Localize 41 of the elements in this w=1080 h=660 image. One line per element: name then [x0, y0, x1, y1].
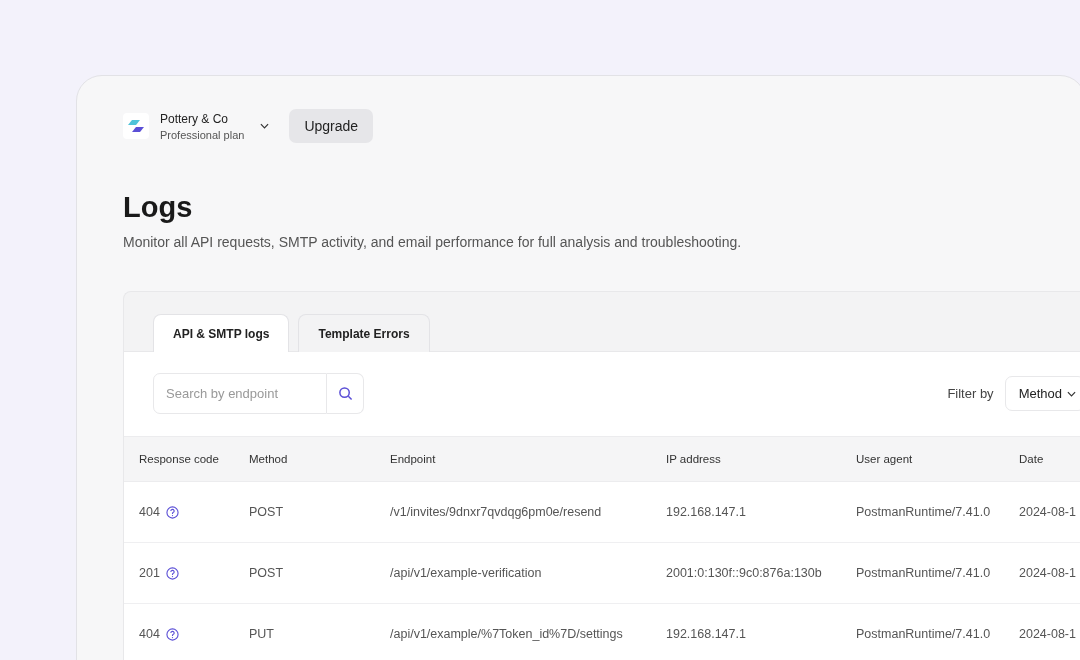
search-icon: [337, 386, 353, 401]
upgrade-button[interactable]: Upgrade: [289, 109, 374, 143]
help-icon[interactable]: [165, 505, 179, 519]
table-cell-text: 2024-08-1: [1019, 566, 1077, 580]
table-cell-text: /v1/invites/9dnxr7qvdqg6pm0e/resend: [390, 505, 603, 519]
column-header: Endpoint: [390, 453, 437, 465]
response-code: 404: [139, 627, 160, 641]
table-cell-text: PUT: [249, 627, 275, 641]
column-header: Date: [1019, 453, 1045, 465]
table-cell-text: /api/v1/example-verification: [390, 566, 543, 580]
table-cell-text: PostmanRuntime/7.41.0: [856, 627, 992, 641]
table-cell-text: 192.168.147.1: [666, 627, 747, 641]
table-cell-text: PostmanRuntime/7.41.0: [856, 505, 992, 519]
method-dropdown[interactable]: Method: [1004, 376, 1080, 411]
search-field[interactable]: Search by endpoint: [153, 373, 327, 414]
tab[interactable]: API & SMTP logs: [153, 314, 290, 352]
table-cell-text: 2024-08-1: [1019, 505, 1077, 519]
logo-icon: [123, 113, 149, 139]
response-code: 201: [139, 566, 160, 580]
column-header: IP address: [666, 453, 722, 465]
table-cell-text: POST: [249, 566, 285, 580]
search-button[interactable]: [327, 373, 364, 414]
response-code: 404: [139, 505, 160, 519]
column-header: User agent: [856, 453, 914, 465]
page-description: Monitor all API requests, SMTP activity, and email performance for full analysis and troubleshooting.: [123, 234, 743, 250]
column-header: Method: [249, 453, 289, 465]
table-cell-text: /api/v1/example/%7Token_id%7D/settings: [390, 627, 624, 641]
table-cell-text: 2001:0:130f::9c0:876a:130b: [666, 566, 823, 580]
workspace-switcher[interactable]: Pottery & Co Professional plan: [123, 111, 270, 141]
table-cell-text: 192.168.147.1: [666, 505, 747, 519]
page-title: Logs: [123, 191, 194, 224]
chevron-down-icon: [1067, 390, 1076, 397]
table-cell-text: 2024-08-1: [1019, 627, 1077, 641]
tab[interactable]: Template Errors: [298, 314, 430, 352]
table-cell-text: POST: [249, 505, 285, 519]
chevron-down-icon: [260, 123, 270, 129]
table-cell-text: PostmanRuntime/7.41.0: [856, 566, 992, 580]
help-icon[interactable]: [165, 566, 179, 580]
help-icon[interactable]: [165, 627, 179, 641]
filter-label: Filter by: [947, 386, 994, 401]
column-header: Response code: [139, 453, 220, 465]
